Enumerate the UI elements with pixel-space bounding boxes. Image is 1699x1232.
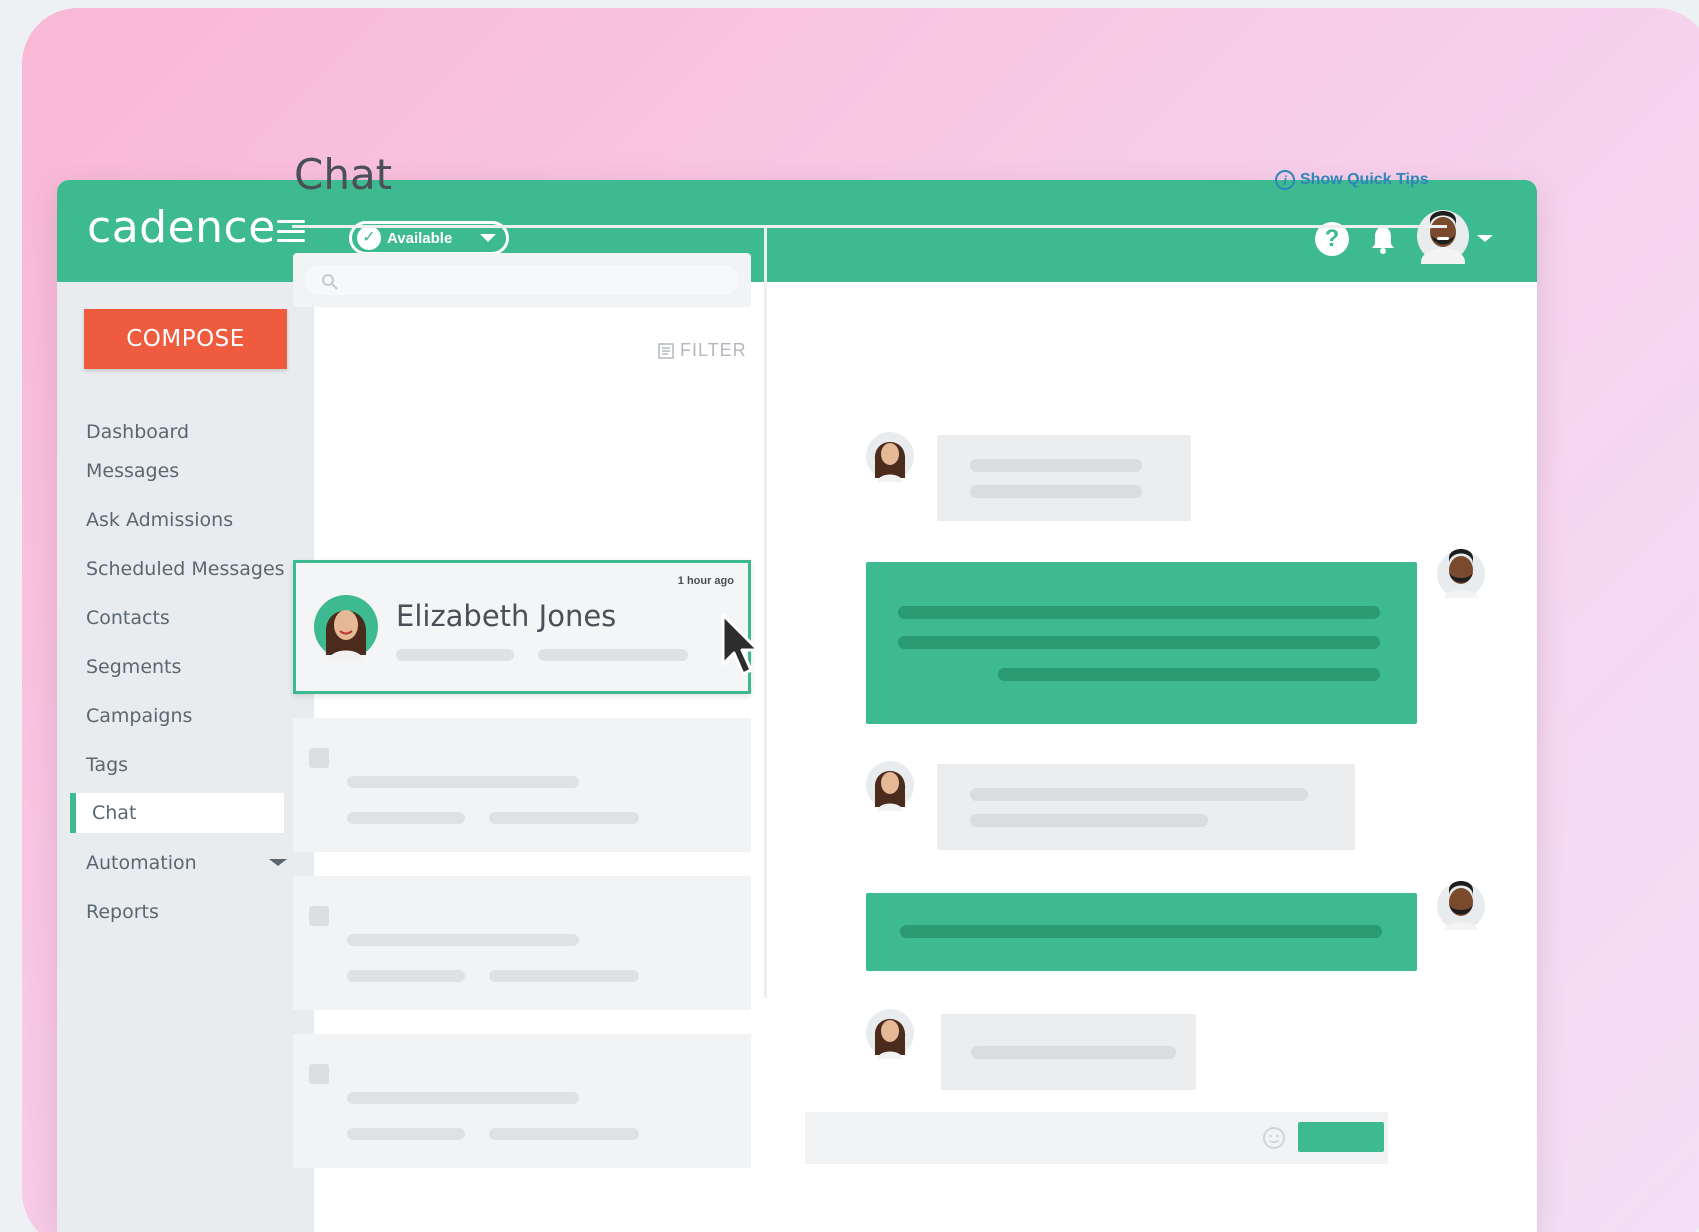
message-placeholder — [898, 636, 1380, 649]
filter-button[interactable]: FILTER — [658, 340, 747, 361]
search-bar — [293, 253, 751, 307]
outgoing-message — [866, 562, 1417, 724]
conversation-item[interactable] — [293, 718, 751, 852]
sidebar-item-campaigns[interactable]: Campaigns — [57, 691, 314, 740]
placeholder-box — [309, 906, 329, 926]
user-avatar — [1437, 881, 1485, 930]
send-button[interactable] — [1298, 1122, 1384, 1152]
preview-placeholder — [347, 1092, 579, 1104]
contact-avatar — [866, 432, 914, 482]
contact-avatar — [866, 761, 914, 811]
sidebar: COMPOSE Dashboard Messages Ask Admission… — [57, 282, 314, 1232]
conversation-time: 1 hour ago — [677, 575, 734, 587]
contact-avatar — [314, 595, 378, 661]
mouse-cursor-icon — [721, 613, 760, 676]
info-icon: i — [1275, 170, 1295, 190]
contact-name: Elizabeth Jones — [396, 599, 617, 633]
message-placeholder — [971, 1046, 1176, 1059]
search-icon — [322, 274, 338, 290]
incoming-message — [937, 435, 1191, 521]
sidebar-item-chat[interactable]: Chat — [70, 793, 284, 833]
incoming-message — [937, 764, 1355, 850]
contact-avatar — [866, 1009, 914, 1059]
preview-placeholder — [489, 1128, 639, 1140]
conversation-item[interactable] — [293, 1034, 751, 1168]
preview-placeholder — [489, 970, 639, 982]
user-avatar[interactable] — [1417, 202, 1469, 264]
sidebar-item-contacts[interactable]: Contacts — [57, 593, 314, 642]
preview-placeholder — [347, 934, 579, 946]
conversation-item[interactable] — [293, 876, 751, 1010]
message-placeholder — [998, 668, 1380, 681]
conversation-item[interactable]: Elizabeth Jones 1 hour ago — [293, 560, 751, 694]
sidebar-item-scheduled-messages[interactable]: Scheduled Messages — [57, 544, 314, 593]
sidebar-item-automation[interactable]: Automation — [57, 838, 314, 887]
sidebar-item-segments[interactable]: Segments — [57, 642, 314, 691]
status-label: Available — [387, 229, 453, 247]
preview-placeholder — [347, 1128, 465, 1140]
top-bar: cadence ✓ Available ? — [57, 180, 1537, 282]
chevron-down-icon[interactable] — [1477, 235, 1493, 242]
user-avatar — [1437, 549, 1485, 598]
placeholder-box — [309, 1064, 329, 1084]
message-placeholder — [900, 925, 1382, 938]
preview-placeholder — [489, 812, 639, 824]
incoming-message — [941, 1014, 1196, 1090]
emoji-icon[interactable] — [1262, 1126, 1286, 1150]
filter-label: FILTER — [680, 340, 747, 360]
chevron-down-icon — [480, 234, 496, 242]
message-placeholder — [970, 814, 1208, 827]
preview-placeholder — [347, 812, 465, 824]
preview-placeholder — [347, 776, 579, 788]
quick-tips-label: Show Quick Tips — [1300, 171, 1429, 188]
sidebar-item-label: Automation — [86, 851, 197, 874]
message-placeholder — [970, 788, 1308, 801]
sidebar-item-reports[interactable]: Reports — [57, 887, 314, 936]
search-input[interactable] — [305, 265, 739, 295]
preview-placeholder — [396, 649, 514, 661]
compose-button[interactable]: COMPOSE — [84, 309, 287, 369]
show-quick-tips-link[interactable]: i Show Quick Tips — [1275, 170, 1429, 190]
header-divider — [292, 225, 1447, 228]
check-icon: ✓ — [357, 226, 381, 250]
page-title: Chat — [294, 150, 393, 199]
sidebar-item-tags[interactable]: Tags — [57, 740, 314, 789]
sidebar-item-ask-admissions[interactable]: Ask Admissions — [57, 495, 314, 544]
menu-icon[interactable] — [277, 220, 305, 242]
preview-placeholder — [347, 970, 465, 982]
chevron-down-icon — [269, 859, 287, 866]
filter-icon — [658, 342, 674, 359]
sidebar-nav: Dashboard Messages Ask Admissions Schedu… — [57, 407, 314, 936]
message-placeholder — [898, 606, 1380, 619]
outgoing-message — [866, 893, 1417, 971]
sidebar-item-messages[interactable]: Messages — [57, 446, 314, 495]
message-placeholder — [970, 485, 1142, 498]
bell-icon[interactable] — [1370, 224, 1396, 254]
placeholder-box — [309, 748, 329, 768]
message-placeholder — [970, 459, 1142, 472]
app-logo[interactable]: cadence — [87, 202, 276, 253]
preview-placeholder — [538, 649, 688, 661]
